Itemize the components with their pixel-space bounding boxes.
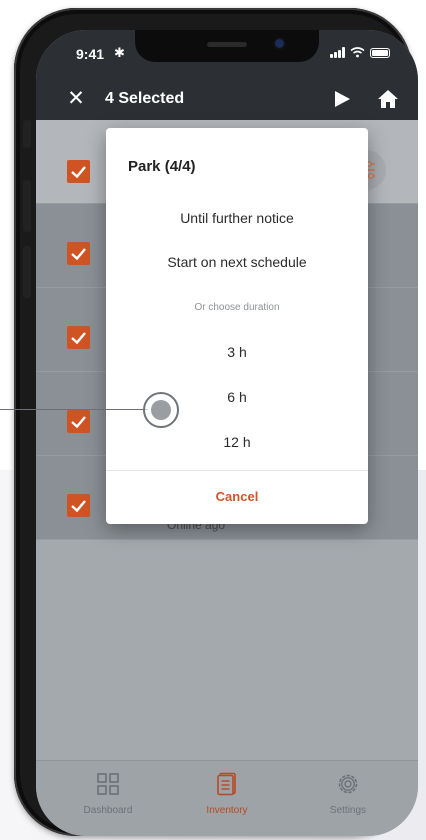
phone-mute-switch [23,120,31,148]
option-until-further-notice[interactable]: Until further notice [106,210,368,226]
nav-label-settings: Settings [329,805,367,816]
tap-indicator [143,392,179,428]
speaker-grille [207,42,247,47]
check-icon [71,248,86,261]
app-header: ✕ 4 Selected [36,78,418,120]
duration-hint: Or choose duration [194,302,280,313]
dialog-title: Park (4/4) [128,158,196,175]
phone-frame: 9:41 ✱ ✕ 4 Selected Online ago Dashboard… [14,8,418,836]
inventory-icon [217,772,236,796]
checkbox-checked[interactable] [67,242,90,265]
nav-item-inventory[interactable]: Inventory [177,771,277,816]
gear-icon [338,774,358,794]
selection-title: 4 Selected [105,90,185,107]
nav-label-inventory: Inventory [206,805,248,816]
checkbox-checked[interactable] [67,326,90,349]
check-icon [71,500,86,513]
cancel-button[interactable]: Cancel [106,489,368,504]
signal-icon [330,47,345,58]
checkbox-checked[interactable] [67,410,90,433]
bottom-nav: Dashboard Inventory Settings [36,760,418,836]
phone-screen: 9:41 ✱ ✕ 4 Selected Online ago Dashboard… [36,30,418,836]
phone-notch [135,30,319,62]
check-icon [71,332,86,345]
wifi-icon [350,47,365,58]
option-start-next-schedule[interactable]: Start on next schedule [106,254,368,270]
play-icon[interactable] [332,89,352,109]
checkbox-checked[interactable] [67,160,90,183]
status-time: 9:41 [76,46,105,62]
close-icon[interactable]: ✕ [64,87,88,111]
dialog-divider [106,470,368,471]
option-duration-3h[interactable]: 3 h [106,344,368,360]
check-icon [71,166,86,179]
nav-item-dashboard[interactable]: Dashboard [58,771,158,816]
battery-icon [370,47,390,58]
nav-label-dashboard: Dashboard [83,805,133,816]
callout-line [0,409,148,410]
checkbox-checked[interactable] [67,494,90,517]
park-dialog: Park (4/4) Until further notice Start on… [106,128,368,524]
grid-icon [97,773,119,795]
option-duration-12h[interactable]: 12 h [106,434,368,450]
front-camera [275,39,284,48]
phone-volume-up [23,180,31,232]
home-icon[interactable] [376,87,400,111]
nav-item-settings[interactable]: Settings [298,771,398,816]
status-indicators [330,47,390,58]
check-icon [71,416,86,429]
phone-volume-down [23,246,31,298]
bluetooth-icon: ✱ [114,45,125,60]
